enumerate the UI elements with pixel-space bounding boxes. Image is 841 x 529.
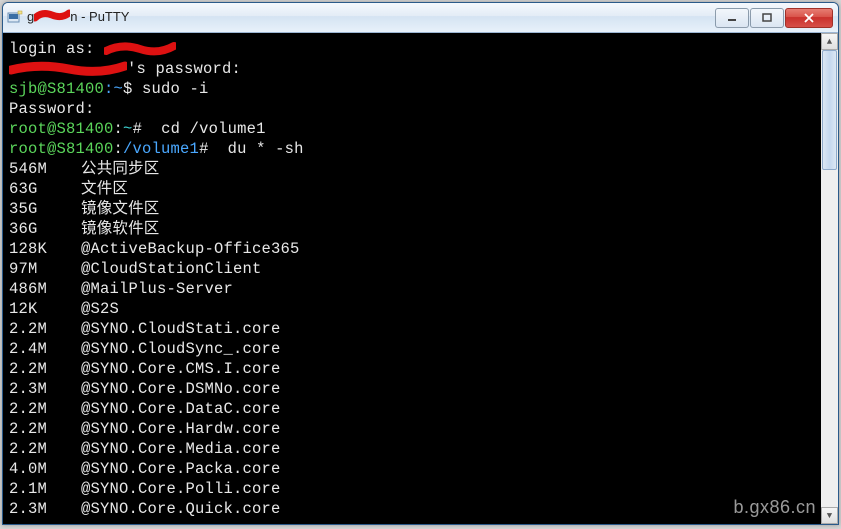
prompt-symbol-root-2: # (199, 140, 218, 158)
command-cd: cd /volume1 (152, 120, 266, 138)
minimize-button[interactable] (715, 8, 749, 28)
du-size: 97M (9, 259, 81, 279)
du-size: 2.2M (9, 419, 81, 439)
du-size: 2.2M (9, 359, 81, 379)
host-redaction (9, 61, 127, 77)
scrollbar[interactable]: ▲ ▼ (821, 33, 838, 524)
du-size: 546M (9, 159, 81, 179)
close-button[interactable] (785, 8, 833, 28)
command-du: du * -sh (218, 140, 304, 158)
du-size: 2.2M (9, 319, 81, 339)
du-row: 2.3M@SYNO.Core.Quick.core (9, 499, 815, 519)
prompt-path: :~ (104, 80, 123, 98)
window-controls (714, 8, 833, 28)
du-name: @SYNO.Core.CMS.I.core (81, 359, 281, 379)
prompt-colon-2: : (114, 140, 124, 158)
du-row: 2.2M@SYNO.Core.CMS.I.core (9, 359, 815, 379)
prompt-path-home: ~ (123, 120, 133, 138)
password-prompt: Password: (9, 100, 95, 118)
du-name: 文件区 (81, 179, 128, 199)
login-prompt: login as: (9, 40, 104, 58)
titlebar[interactable]: g n - PuTTY (3, 3, 838, 33)
du-name: @SYNO.Core.Packa.core (81, 459, 281, 479)
du-name: @SYNO.Core.Polli.core (81, 479, 281, 499)
du-size: 128K (9, 239, 81, 259)
du-row: 35G镜像文件区 (9, 199, 815, 219)
du-size: 2.3M (9, 499, 81, 519)
command-sudo: sudo -i (142, 80, 209, 98)
putty-window: CN gn - PuTTY login as: 's password: s (2, 2, 839, 525)
du-name: 镜像文件区 (81, 199, 160, 219)
du-name: @SYNO.Core.DSMNo.core (81, 379, 281, 399)
du-size: 12K (9, 299, 81, 319)
prompt-symbol: $ (123, 80, 142, 98)
du-row: 2.1M@SYNO.Core.Polli.core (9, 479, 815, 499)
du-size: 2.2M (9, 399, 81, 419)
title-prefix: g (27, 9, 34, 24)
scroll-down-arrow[interactable]: ▼ (821, 507, 838, 524)
du-size: 2.3M (9, 379, 81, 399)
du-name: @SYNO.Core.DataC.core (81, 399, 281, 419)
du-name: 公共同步区 (81, 159, 160, 179)
scroll-track[interactable] (821, 50, 838, 507)
du-row: 2.2M@SYNO.CloudStati.core (9, 319, 815, 339)
du-output: 546M公共同步区63G文件区35G镜像文件区36G镜像软件区128K@Acti… (9, 159, 815, 519)
maximize-button[interactable] (750, 8, 784, 28)
du-name: @SYNO.Core.Hardw.core (81, 419, 281, 439)
password-suffix: 's password: (127, 60, 241, 78)
du-row: 4.0M@SYNO.Core.Packa.core (9, 459, 815, 479)
du-row: 12K@S2S (9, 299, 815, 319)
scroll-up-arrow[interactable]: ▲ (821, 33, 838, 50)
prompt-root: root@S81400 (9, 120, 114, 138)
prompt-colon: : (114, 120, 124, 138)
du-size: 2.2M (9, 439, 81, 459)
prompt-root-2: root@S81400 (9, 140, 114, 158)
du-row: 2.2M@SYNO.Core.DataC.core (9, 399, 815, 419)
du-size: 4.0M (9, 459, 81, 479)
du-name: @SYNO.Core.Quick.core (81, 499, 281, 519)
du-row: 36G镜像软件区 (9, 219, 815, 239)
du-name: @S2S (81, 299, 119, 319)
du-size: 63G (9, 179, 81, 199)
du-name: @SYNO.Core.Media.core (81, 439, 281, 459)
du-size: 2.1M (9, 479, 81, 499)
du-name: @SYNO.CloudSync_.core (81, 339, 281, 359)
du-row: 486M@MailPlus-Server (9, 279, 815, 299)
prompt-symbol-root: # (133, 120, 152, 138)
du-name: @MailPlus-Server (81, 279, 233, 299)
title-redaction (34, 9, 70, 26)
du-size: 2.4M (9, 339, 81, 359)
du-row: 63G文件区 (9, 179, 815, 199)
terminal-output[interactable]: login as: 's password: sjb@S81400:~$ sud… (3, 33, 821, 524)
du-name: @SYNO.CloudStati.core (81, 319, 281, 339)
prompt-path-vol: /volume1 (123, 140, 199, 158)
du-row: 2.2M@SYNO.Core.Media.core (9, 439, 815, 459)
putty-icon (7, 10, 23, 26)
scroll-thumb[interactable] (822, 50, 837, 170)
prompt-user: sjb@S81400 (9, 80, 104, 98)
du-row: 97M@CloudStationClient (9, 259, 815, 279)
du-row: 2.3M@SYNO.Core.DSMNo.core (9, 379, 815, 399)
du-size: 36G (9, 219, 81, 239)
window-title: g n - PuTTY (27, 9, 714, 26)
du-name: 镜像软件区 (81, 219, 160, 239)
du-row: 2.2M@SYNO.Core.Hardw.core (9, 419, 815, 439)
du-size: 35G (9, 199, 81, 219)
terminal-area: login as: 's password: sjb@S81400:~$ sud… (3, 33, 838, 524)
title-suffix: n - PuTTY (70, 9, 129, 24)
du-name: @ActiveBackup-Office365 (81, 239, 300, 259)
du-row: 546M公共同步区 (9, 159, 815, 179)
login-redaction (104, 41, 176, 57)
du-row: 2.4M@SYNO.CloudSync_.core (9, 339, 815, 359)
du-size: 486M (9, 279, 81, 299)
du-row: 128K@ActiveBackup-Office365 (9, 239, 815, 259)
du-name: @CloudStationClient (81, 259, 262, 279)
